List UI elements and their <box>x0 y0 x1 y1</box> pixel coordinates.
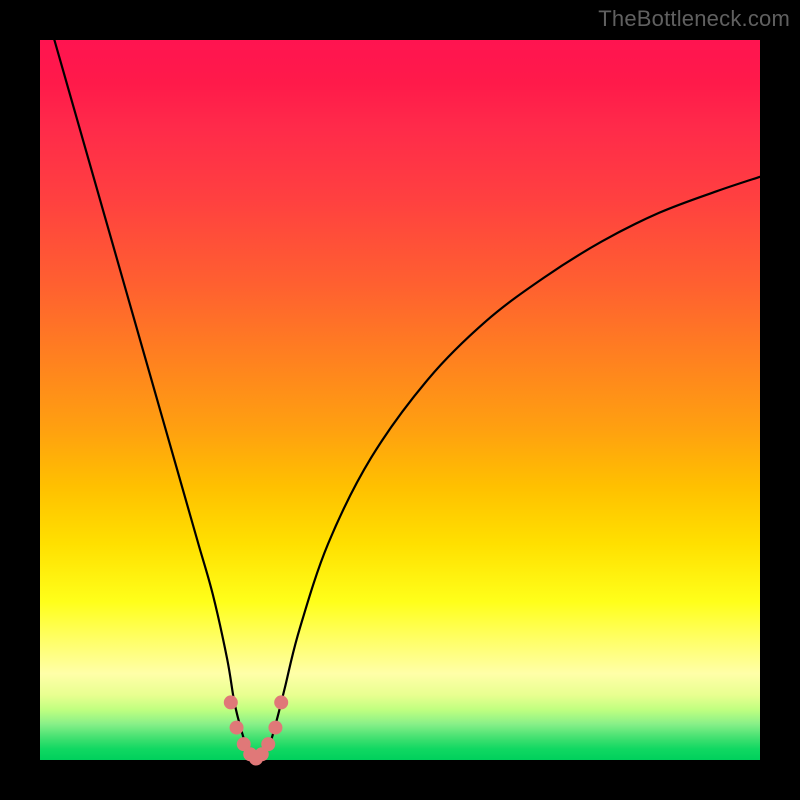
watermark-text: TheBottleneck.com <box>598 6 790 32</box>
bottleneck-curve <box>54 40 760 760</box>
curve-marker <box>274 695 288 709</box>
curve-marker <box>268 721 282 735</box>
curve-markers <box>224 695 288 765</box>
curve-svg <box>40 40 760 760</box>
curve-marker <box>230 721 244 735</box>
curve-marker <box>261 737 275 751</box>
chart-frame: TheBottleneck.com <box>0 0 800 800</box>
curve-marker <box>224 695 238 709</box>
plot-area <box>40 40 760 760</box>
